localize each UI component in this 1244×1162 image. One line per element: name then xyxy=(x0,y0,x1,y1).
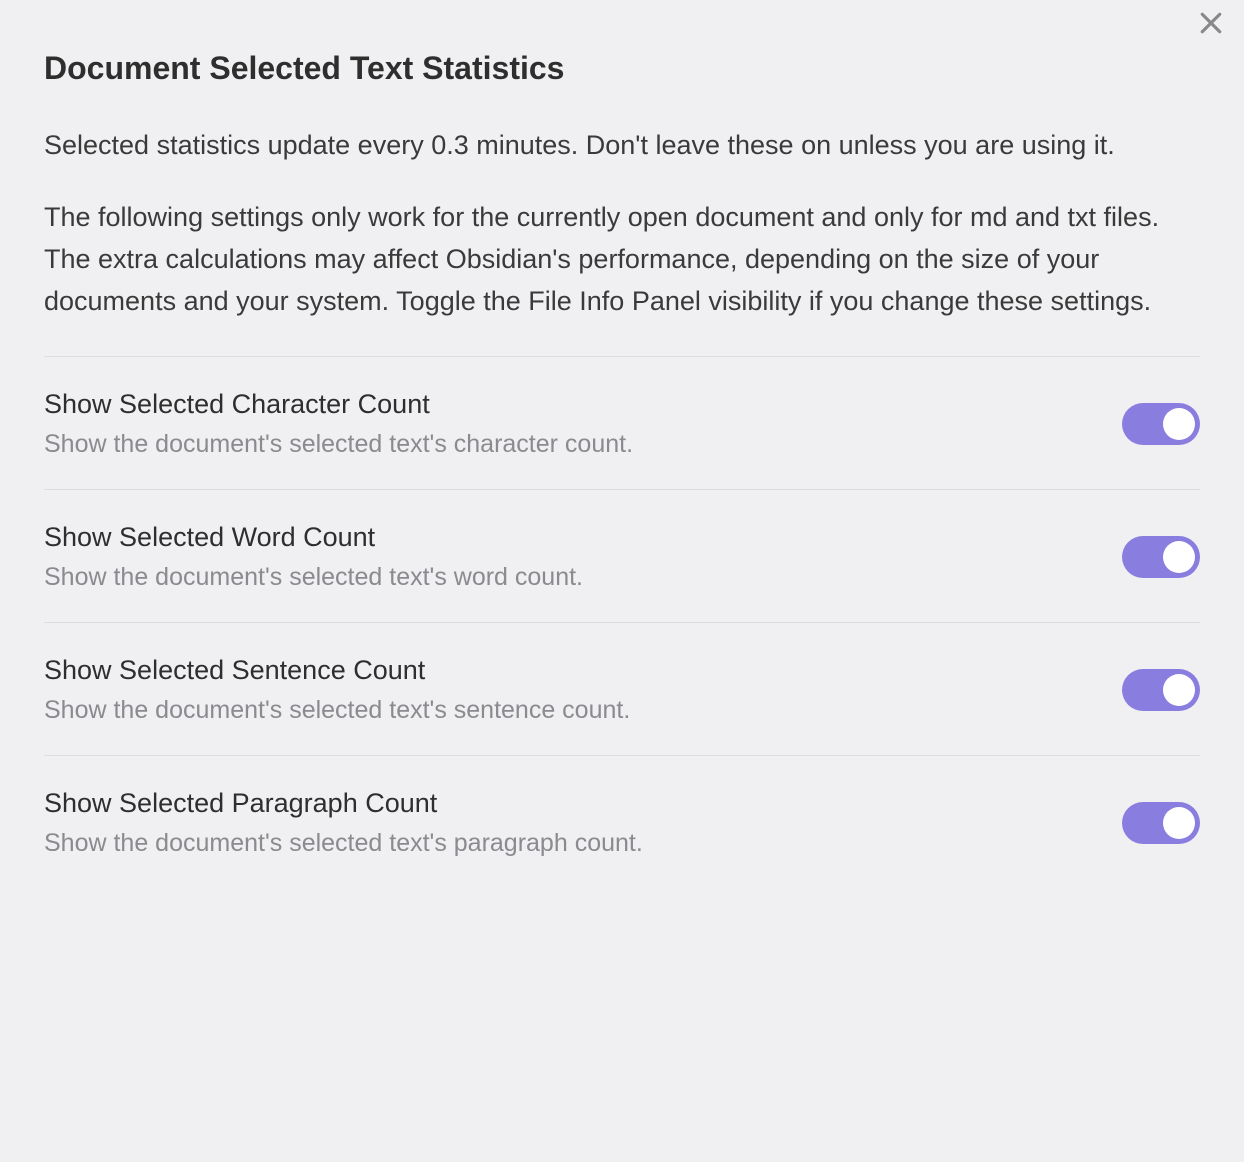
setting-title: Show Selected Paragraph Count xyxy=(44,788,1122,819)
setting-row-paragraph-count: Show Selected Paragraph Count Show the d… xyxy=(44,755,1200,888)
setting-row-word-count: Show Selected Word Count Show the docume… xyxy=(44,489,1200,622)
setting-desc: Show the document's selected text's word… xyxy=(44,563,1122,592)
setting-row-sentence-count: Show Selected Sentence Count Show the do… xyxy=(44,622,1200,755)
toggle-word-count[interactable] xyxy=(1122,536,1200,578)
setting-text: Show Selected Sentence Count Show the do… xyxy=(44,655,1122,725)
description-text-1: Selected statistics update every 0.3 min… xyxy=(44,125,1200,167)
setting-title: Show Selected Word Count xyxy=(44,522,1122,553)
close-icon[interactable] xyxy=(1196,8,1226,44)
setting-text: Show Selected Paragraph Count Show the d… xyxy=(44,788,1122,858)
toggle-knob xyxy=(1163,674,1195,706)
toggle-paragraph-count[interactable] xyxy=(1122,802,1200,844)
toggle-knob xyxy=(1163,807,1195,839)
setting-text: Show Selected Word Count Show the docume… xyxy=(44,522,1122,592)
setting-desc: Show the document's selected text's char… xyxy=(44,430,1122,459)
section-heading: Document Selected Text Statistics xyxy=(44,50,1200,87)
setting-desc: Show the document's selected text's sent… xyxy=(44,696,1122,725)
toggle-sentence-count[interactable] xyxy=(1122,669,1200,711)
setting-title: Show Selected Character Count xyxy=(44,389,1122,420)
setting-row-character-count: Show Selected Character Count Show the d… xyxy=(44,356,1200,489)
toggle-knob xyxy=(1163,541,1195,573)
description-text-2: The following settings only work for the… xyxy=(44,197,1200,323)
toggle-character-count[interactable] xyxy=(1122,403,1200,445)
setting-desc: Show the document's selected text's para… xyxy=(44,829,1122,858)
setting-text: Show Selected Character Count Show the d… xyxy=(44,389,1122,459)
setting-title: Show Selected Sentence Count xyxy=(44,655,1122,686)
settings-panel: Document Selected Text Statistics Select… xyxy=(0,0,1244,888)
toggle-knob xyxy=(1163,408,1195,440)
